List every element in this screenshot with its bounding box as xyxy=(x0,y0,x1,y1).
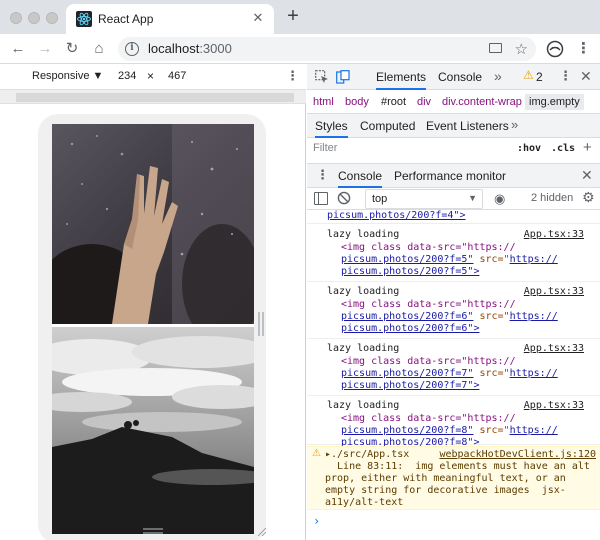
media-query-ruler xyxy=(0,90,306,104)
cast-icon[interactable] xyxy=(489,43,502,53)
console-warning-message: ⚠ ▸./src/App.tsx webpackHotDevClient.js:… xyxy=(307,446,600,510)
breadcrumb-item[interactable]: body xyxy=(345,96,369,108)
console-messages: picsum.photos/200?f=4"> lazy loading App… xyxy=(307,210,600,540)
drawer-tab-bar: ⋮ Console Performance monitor ✕ xyxy=(307,164,600,188)
tab-console[interactable]: Console xyxy=(438,70,482,84)
devtools-tab-bar: Elements Console » ⚠ 2 ⋮ ✕ xyxy=(307,64,600,90)
styles-filter-bar: Filter :hov .cls + xyxy=(307,138,600,160)
dimension-separator: × xyxy=(147,69,155,83)
drawer-tab-performance-monitor[interactable]: Performance monitor xyxy=(394,169,506,183)
emulated-viewport-area xyxy=(0,104,306,540)
drawer-menu-icon[interactable]: ⋮ xyxy=(316,167,329,183)
inspect-element-icon[interactable] xyxy=(315,70,329,84)
tab-strip: React App ✕ + xyxy=(0,0,600,34)
site-info-icon[interactable]: i xyxy=(125,42,139,56)
drawer-close-icon[interactable]: ✕ xyxy=(581,167,593,184)
chevron-down-icon: ▼ xyxy=(468,193,477,203)
console-toolbar: top ▼ ◉ 2 hidden ⚙ xyxy=(307,188,600,210)
browser-menu-icon[interactable]: ⋮ xyxy=(576,40,591,58)
lazy-image xyxy=(52,124,254,324)
hover-state-toggle[interactable]: :hov xyxy=(517,143,541,154)
console-prompt-input[interactable]: › xyxy=(313,515,320,528)
devtools-panel: Elements Console » ⚠ 2 ⋮ ✕ html body #ro… xyxy=(307,64,600,540)
console-settings-gear-icon[interactable]: ⚙ xyxy=(582,189,595,206)
address-bar[interactable]: i localhost:3000 ☆ xyxy=(118,37,536,61)
react-logo-icon xyxy=(76,11,92,27)
forward-arrow-icon[interactable]: → xyxy=(35,39,55,59)
drawer-tab-console[interactable]: Console xyxy=(338,169,383,188)
warning-source-link[interactable]: webpackHotDevClient.js:120 xyxy=(439,449,596,462)
hidden-messages-count[interactable]: 2 hidden xyxy=(531,192,573,204)
horizontal-resize-handle-icon[interactable] xyxy=(143,528,163,534)
maximize-window-button[interactable] xyxy=(46,12,58,24)
console-message: lazy loading App.tsx:33 <img class data-… xyxy=(307,340,600,396)
console-message: lazy loading App.tsx:33 <img class data-… xyxy=(307,397,600,448)
viewport-width-input[interactable]: 234 xyxy=(118,70,136,82)
devtools-close-icon[interactable]: ✕ xyxy=(580,68,592,85)
browser-toolbar: ← → ↻ ⌂ i localhost:3000 ☆ ⋮ xyxy=(0,34,600,64)
reload-icon[interactable]: ↻ xyxy=(62,39,82,59)
live-expression-eye-icon[interactable]: ◉ xyxy=(494,191,505,207)
message-source-link[interactable]: App.tsx:33 xyxy=(524,400,584,413)
home-icon[interactable]: ⌂ xyxy=(89,39,109,59)
tab-computed[interactable]: Computed xyxy=(360,119,415,133)
lazy-image xyxy=(52,327,254,534)
tab-elements[interactable]: Elements xyxy=(376,70,427,90)
class-toggle[interactable]: .cls xyxy=(551,143,575,154)
device-frame xyxy=(38,114,266,540)
back-arrow-icon[interactable]: ← xyxy=(8,39,28,59)
breadcrumb-item[interactable]: div.content-wrap xyxy=(442,96,522,108)
tab-close-icon[interactable]: ✕ xyxy=(250,10,266,26)
breadcrumb-item-selected[interactable]: img.empty xyxy=(525,94,584,110)
more-tabs-icon[interactable]: » xyxy=(494,68,502,84)
breadcrumb-item[interactable]: div xyxy=(417,96,431,108)
warning-source-file[interactable]: ▸./src/App.tsx xyxy=(325,449,409,462)
extension-icon[interactable] xyxy=(546,40,564,58)
tab-styles[interactable]: Styles xyxy=(315,119,348,138)
tab-event-listeners[interactable]: Event Listeners xyxy=(426,119,509,133)
tab-title: React App xyxy=(98,12,154,26)
corner-resize-handle-icon[interactable] xyxy=(256,526,266,536)
new-style-rule-button[interactable]: + xyxy=(583,139,592,156)
warning-count[interactable]: 2 xyxy=(536,70,543,84)
page-viewport[interactable] xyxy=(52,124,254,534)
bookmark-star-icon[interactable]: ☆ xyxy=(515,40,528,58)
message-source-link[interactable]: App.tsx:33 xyxy=(524,229,584,242)
breadcrumb: html body #root div div.content-wrap img… xyxy=(307,90,600,114)
warning-icon[interactable]: ⚠ xyxy=(523,68,534,82)
device-toggle-icon[interactable] xyxy=(336,70,350,84)
url-text: localhost:3000 xyxy=(148,41,232,56)
device-toolbar: Responsive ▼ 234 × 467 ⋮ xyxy=(0,64,306,90)
devtools-menu-icon[interactable]: ⋮ xyxy=(559,68,572,84)
minimize-window-button[interactable] xyxy=(28,12,40,24)
more-style-tabs-icon[interactable]: » xyxy=(511,117,518,132)
responsive-dropdown[interactable]: Responsive ▼ xyxy=(32,70,103,82)
breadcrumb-item[interactable]: html xyxy=(313,96,334,108)
console-message: lazy loading App.tsx:33 <img class data-… xyxy=(307,283,600,339)
viewport-height-input[interactable]: 467 xyxy=(168,70,186,82)
browser-tab[interactable]: React App ✕ xyxy=(66,4,274,34)
vertical-resize-handle-icon[interactable] xyxy=(258,312,264,336)
console-sidebar-icon[interactable] xyxy=(314,192,328,205)
console-message: lazy loading App.tsx:33 <img class data-… xyxy=(307,226,600,282)
message-source-link[interactable]: App.tsx:33 xyxy=(524,343,584,356)
styles-filter-input[interactable]: Filter xyxy=(313,142,337,154)
breadcrumb-item[interactable]: #root xyxy=(381,96,406,108)
console-message-partial: picsum.photos/200?f=4"> xyxy=(307,210,600,224)
close-window-button[interactable] xyxy=(10,12,22,24)
clear-console-icon[interactable] xyxy=(337,191,351,205)
context-selector[interactable]: top ▼ xyxy=(365,189,483,209)
warning-triangle-icon: ⚠ xyxy=(312,448,321,459)
media-query-bar[interactable] xyxy=(16,93,294,102)
device-more-icon[interactable]: ⋮ xyxy=(286,68,299,84)
new-tab-button[interactable]: + xyxy=(282,5,304,28)
styles-tab-bar: Styles Computed Event Listeners » xyxy=(307,114,600,138)
message-source-link[interactable]: App.tsx:33 xyxy=(524,286,584,299)
